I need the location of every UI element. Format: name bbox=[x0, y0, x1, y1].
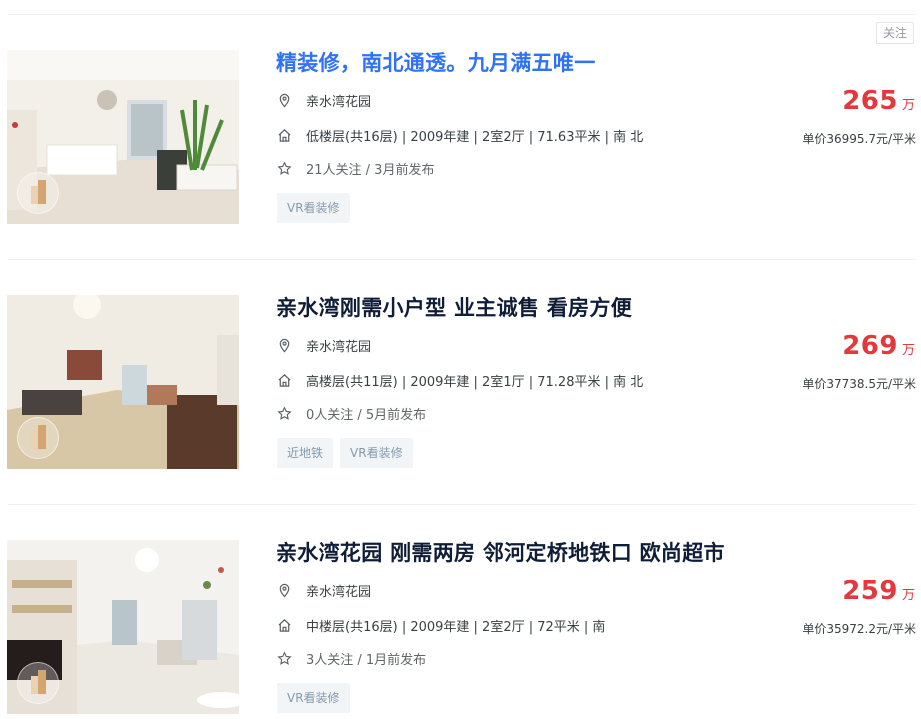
location-pin-icon bbox=[276, 337, 292, 353]
house-info: 高楼层(共11层) | 2009年建 | 2室1厅 | 71.28平米 | 南 … bbox=[306, 374, 644, 390]
listing-item: 精装修，南北通透。九月满五唯一 亲水湾花园 低楼层(共16层) | 2009年建… bbox=[0, 0, 921, 245]
price-value: 269 bbox=[842, 331, 898, 361]
follow-info-row: 3人关注 / 1月前发布 bbox=[276, 648, 426, 668]
listing-photo[interactable] bbox=[7, 50, 239, 224]
listing-photo[interactable] bbox=[7, 540, 239, 714]
star-icon bbox=[276, 160, 292, 176]
tag-vr: VR看装修 bbox=[277, 683, 350, 713]
house-info: 低楼层(共16层) | 2009年建 | 2室2厅 | 71.63平米 | 南 … bbox=[306, 129, 644, 145]
price-unit: 万 bbox=[901, 98, 915, 113]
tag-list: VR看装修 bbox=[277, 193, 350, 223]
house-info-row: 低楼层(共16层) | 2009年建 | 2室2厅 | 71.63平米 | 南 … bbox=[276, 125, 643, 145]
tag-subway: 近地铁 bbox=[277, 438, 334, 468]
vr-badge-icon bbox=[17, 172, 59, 214]
star-icon bbox=[276, 650, 292, 666]
house-icon bbox=[276, 127, 292, 143]
total-price: 259 万 bbox=[842, 576, 915, 606]
unit-price: 单价37738.5元/平米 bbox=[802, 377, 916, 391]
star-icon bbox=[276, 405, 292, 421]
follow-info: 0人关注 / 5月前发布 bbox=[306, 407, 427, 423]
unit-price: 单价35972.2元/平米 bbox=[802, 622, 916, 636]
follow-info-row: 0人关注 / 5月前发布 bbox=[276, 403, 426, 423]
listing-photo[interactable] bbox=[7, 295, 239, 469]
house-info: 中楼层(共16层) | 2009年建 | 2室2厅 | 72平米 | 南 bbox=[306, 619, 606, 635]
community-row: 亲水湾花园 bbox=[276, 580, 371, 600]
house-info-row: 中楼层(共16层) | 2009年建 | 2室2厅 | 72平米 | 南 bbox=[276, 615, 605, 635]
total-price: 269 万 bbox=[842, 331, 915, 361]
community-link[interactable]: 亲水湾花园 bbox=[306, 581, 371, 600]
house-icon bbox=[276, 372, 292, 388]
total-price: 265 万 bbox=[842, 86, 915, 116]
vr-badge-icon bbox=[17, 417, 59, 459]
tag-list: 近地铁 VR看装修 bbox=[277, 438, 413, 468]
price-value: 265 bbox=[842, 86, 898, 116]
community-row: 亲水湾花园 bbox=[276, 335, 371, 355]
price-unit: 万 bbox=[901, 588, 915, 603]
house-icon bbox=[276, 617, 292, 633]
listing-title[interactable]: 亲水湾花园 刚需两房 邻河定桥地铁口 欧尚超市 bbox=[276, 537, 725, 567]
follow-info: 3人关注 / 1月前发布 bbox=[306, 652, 427, 668]
listing-title[interactable]: 亲水湾刚需小户型 业主诚售 看房方便 bbox=[276, 292, 632, 322]
location-pin-icon bbox=[276, 92, 292, 108]
price-value: 259 bbox=[842, 576, 898, 606]
unit-price: 单价36995.7元/平米 bbox=[802, 132, 916, 146]
location-pin-icon bbox=[276, 582, 292, 598]
tag-vr: VR看装修 bbox=[340, 438, 413, 468]
tag-vr: VR看装修 bbox=[277, 193, 350, 223]
tag-list: VR看装修 bbox=[277, 683, 350, 713]
vr-badge-icon bbox=[17, 662, 59, 704]
community-link[interactable]: 亲水湾花园 bbox=[306, 91, 371, 110]
house-info-row: 高楼层(共11层) | 2009年建 | 2室1厅 | 71.28平米 | 南 … bbox=[276, 370, 643, 390]
price-unit: 万 bbox=[901, 343, 915, 358]
community-link[interactable]: 亲水湾花园 bbox=[306, 336, 371, 355]
house-listing-list: 关注 精装修，南北通透。九月满五唯一 亲水湾花园 低楼层(共16层) | 200… bbox=[0, 0, 921, 719]
follow-info-row: 21人关注 / 3月前发布 bbox=[276, 158, 434, 178]
listing-item: 亲水湾花园 刚需两房 邻河定桥地铁口 欧尚超市 亲水湾花园 中楼层(共16层) … bbox=[0, 490, 921, 719]
follow-info: 21人关注 / 3月前发布 bbox=[306, 162, 435, 178]
listing-title[interactable]: 精装修，南北通透。九月满五唯一 bbox=[276, 47, 596, 77]
community-row: 亲水湾花园 bbox=[276, 90, 371, 110]
listing-item: 亲水湾刚需小户型 业主诚售 看房方便 亲水湾花园 高楼层(共11层) | 200… bbox=[0, 245, 921, 490]
